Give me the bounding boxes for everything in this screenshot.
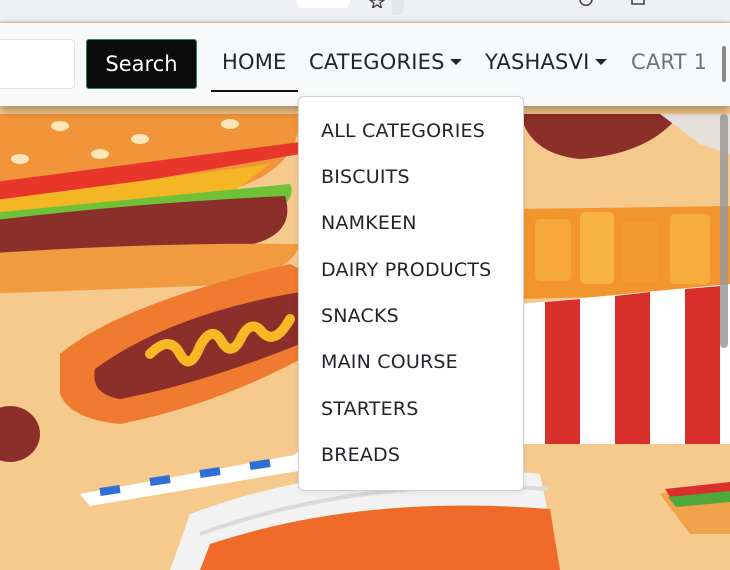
page-scrollbar[interactable] xyxy=(720,114,728,348)
search-input[interactable] xyxy=(0,39,75,89)
dropdown-item-snacks[interactable]: SNACKS xyxy=(321,305,399,327)
address-bar-fragment[interactable] xyxy=(297,0,350,8)
active-nav-underline xyxy=(211,90,298,92)
nav-categories-dropdown[interactable]: CATEGORIES xyxy=(309,50,462,74)
site-navbar: Search HOME CATEGORIES YASHASVI CART 1 xyxy=(0,23,730,106)
caret-down-icon xyxy=(594,58,607,65)
refresh-icon[interactable] xyxy=(578,0,594,6)
dropdown-item-biscuits[interactable]: BISCUITS xyxy=(321,166,410,188)
dropdown-item-all-categories[interactable]: ALL CATEGORIES xyxy=(321,120,485,142)
dropdown-item-starters[interactable]: STARTERS xyxy=(321,398,418,420)
nav-cart-link[interactable]: CART 1 xyxy=(631,50,707,74)
navbar-scrollbar[interactable] xyxy=(722,46,726,82)
bag-icon[interactable] xyxy=(630,0,646,6)
browser-toolbar xyxy=(0,0,730,22)
nav-categories-label: CATEGORIES xyxy=(309,50,445,74)
dropdown-item-namkeen[interactable]: NAMKEEN xyxy=(321,212,417,234)
categories-dropdown-menu: ALL CATEGORIES BISCUITS NAMKEEN DAIRY PR… xyxy=(298,96,524,491)
nav-user-label: YASHASVI xyxy=(485,50,590,74)
dropdown-item-breads[interactable]: BREADS xyxy=(321,444,400,466)
search-button[interactable]: Search xyxy=(86,39,197,89)
nav-home-link[interactable]: HOME xyxy=(222,50,287,74)
dropdown-item-main-course[interactable]: MAIN COURSE xyxy=(321,351,458,373)
burger-illustration xyxy=(0,114,300,294)
fries-illustration xyxy=(520,206,730,444)
caret-down-icon xyxy=(449,58,462,65)
address-bar-edge xyxy=(392,0,404,15)
nav-user-dropdown[interactable]: YASHASVI xyxy=(485,50,607,74)
star-icon[interactable] xyxy=(369,0,385,8)
dropdown-item-dairy-products[interactable]: DAIRY PRODUCTS xyxy=(321,259,491,281)
